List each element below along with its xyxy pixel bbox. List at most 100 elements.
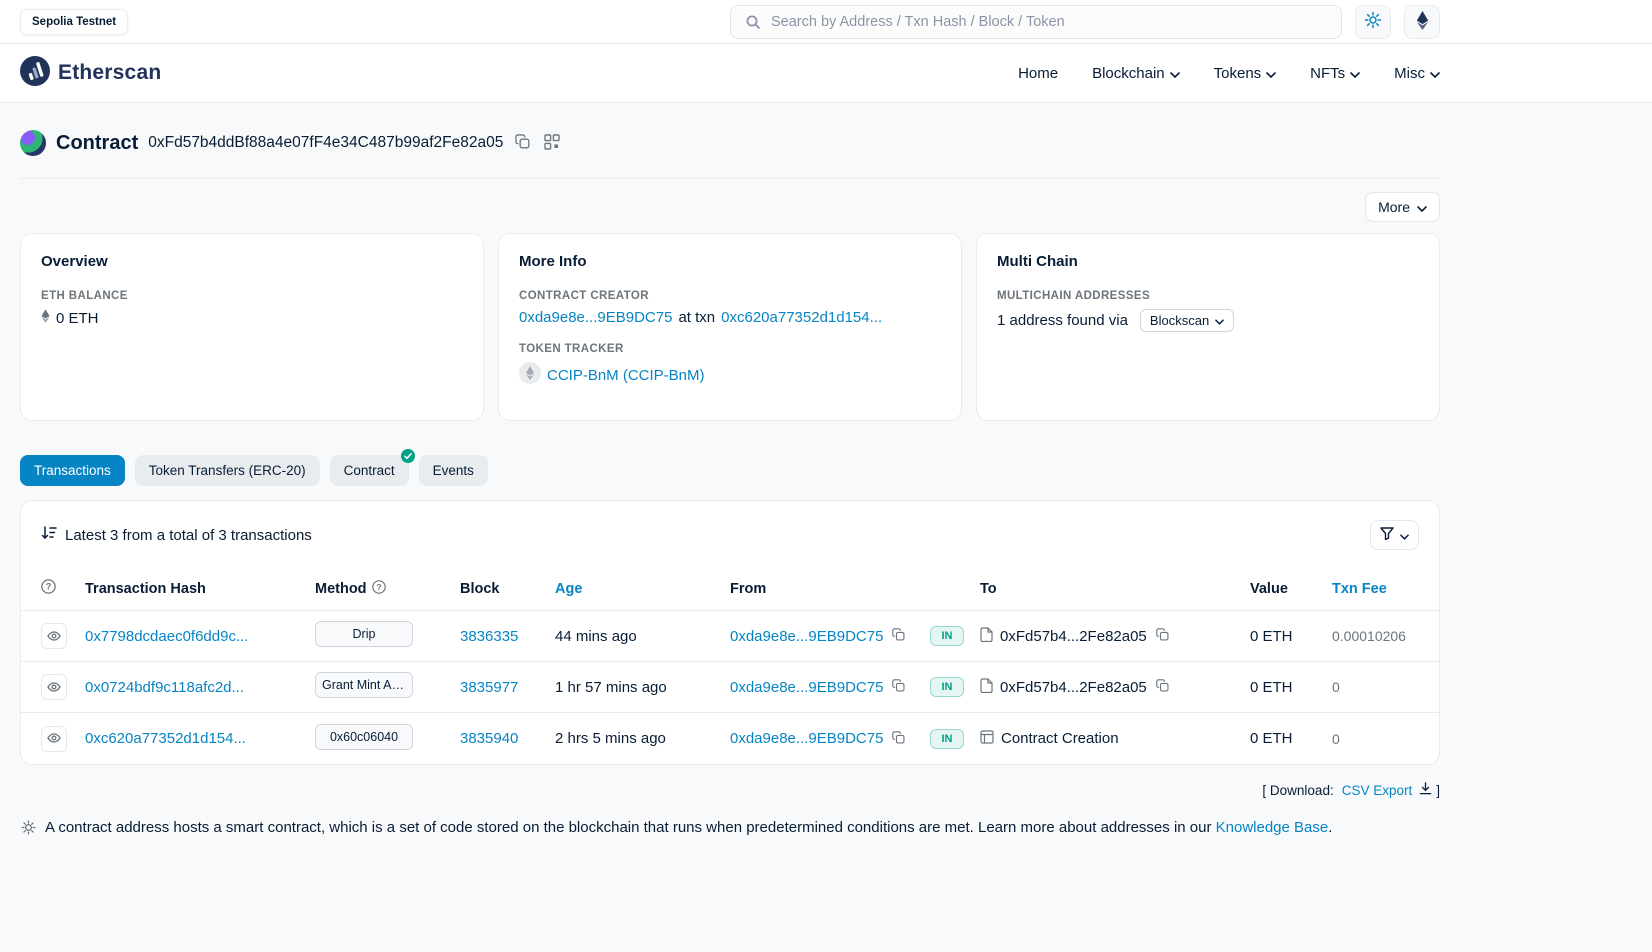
- copy-from-button[interactable]: [890, 729, 907, 749]
- nav-blockchain[interactable]: Blockchain: [1092, 65, 1180, 82]
- table-row: 0xc620a77352d1d154... 0x60c06040 3835940…: [21, 713, 1439, 764]
- tx-hash-link[interactable]: 0x0724bdf9c118afc2d...: [85, 679, 244, 696]
- creation-txn-link[interactable]: 0xc620a77352d1d154...: [721, 309, 882, 326]
- direction-badge: IN: [930, 677, 964, 697]
- eth-balance-icon: [41, 309, 50, 327]
- table-head: Latest 3 from a total of 3 transactions: [21, 501, 1439, 567]
- eth-balance-value: 0 ETH: [56, 310, 99, 327]
- etherscan-logo[interactable]: Etherscan: [20, 56, 161, 90]
- main-content: Contract 0xFd57b4ddBf88a4e07fF4e34C487b9…: [20, 130, 1440, 840]
- block-link[interactable]: 3835977: [460, 679, 518, 696]
- creator-at-txn-text: at txn: [678, 309, 715, 326]
- svg-text:?: ?: [376, 582, 381, 592]
- block-link[interactable]: 3835940: [460, 730, 518, 747]
- chevron-down-icon: [1417, 199, 1427, 215]
- token-icon: [519, 362, 541, 388]
- col-transaction-hash: Transaction Hash: [85, 581, 315, 597]
- creator-address-link[interactable]: 0xda9e8e...9EB9DC75: [519, 309, 672, 326]
- method-badge[interactable]: 0x60c06040: [315, 724, 413, 750]
- qr-code-icon: [544, 134, 560, 153]
- contract-icon: [980, 678, 993, 697]
- verified-check-icon: [401, 449, 415, 463]
- col-method: Method ?: [315, 580, 460, 598]
- method-badge[interactable]: Grant Mint An...: [315, 672, 413, 698]
- search-input[interactable]: [771, 14, 1329, 30]
- copy-to-button[interactable]: [1154, 626, 1171, 646]
- col-to: To: [980, 581, 1250, 597]
- main-nav: Home Blockchain Tokens NFTs Misc: [1018, 65, 1440, 82]
- block-link[interactable]: 3836335: [460, 628, 518, 645]
- chevron-down-icon: [1215, 313, 1224, 328]
- tx-hash-link[interactable]: 0x7798dcdaec0f6dd9c...: [85, 628, 248, 645]
- nav-home[interactable]: Home: [1018, 65, 1058, 82]
- tab-contract[interactable]: Contract: [330, 455, 409, 486]
- ethereum-icon: [1416, 11, 1429, 33]
- copy-icon: [1156, 679, 1169, 695]
- info-cards: Overview ETH BALANCE 0 ETH More Info CON…: [20, 233, 1440, 421]
- brand-name: Etherscan: [58, 61, 161, 85]
- nav-nfts[interactable]: NFTs: [1310, 65, 1360, 82]
- address-avatar: [20, 130, 46, 156]
- method-badge[interactable]: Drip: [315, 621, 413, 647]
- chevron-down-icon: [1170, 65, 1180, 82]
- knowledge-base-link[interactable]: Knowledge Base: [1216, 819, 1329, 836]
- help-icon[interactable]: ?: [372, 580, 386, 598]
- copy-icon: [1156, 628, 1169, 644]
- copy-to-button[interactable]: [1154, 677, 1171, 697]
- tab-transactions[interactable]: Transactions: [20, 455, 125, 486]
- download-prefix: [ Download:: [1262, 783, 1333, 798]
- sort-icon: [41, 526, 57, 544]
- tab-token-transfers[interactable]: Token Transfers (ERC-20): [135, 455, 320, 486]
- tx-age: 1 hr 57 mins ago: [555, 679, 730, 696]
- download-row: [ Download: CSV Export ]: [20, 782, 1440, 798]
- portfolio-select-button[interactable]: Blockscan: [1140, 309, 1234, 332]
- help-icon[interactable]: ?: [41, 579, 85, 598]
- nav-tokens[interactable]: Tokens: [1214, 65, 1277, 82]
- chevron-down-icon: [1430, 65, 1440, 82]
- tx-age: 44 mins ago: [555, 628, 730, 645]
- more-button[interactable]: More: [1365, 192, 1440, 222]
- nav-misc[interactable]: Misc: [1394, 65, 1440, 82]
- tx-value: 0 ETH: [1250, 628, 1332, 645]
- tx-preview-button[interactable]: [41, 674, 67, 700]
- tx-preview-button[interactable]: [41, 623, 67, 649]
- tx-value: 0 ETH: [1250, 730, 1332, 747]
- site-header: Etherscan Home Blockchain Tokens NFTs Mi…: [0, 44, 1652, 103]
- transactions-summary: Latest 3 from a total of 3 transactions: [41, 526, 312, 544]
- token-tracker-label: TOKEN TRACKER: [519, 343, 941, 355]
- tx-preview-button[interactable]: [41, 726, 67, 752]
- csv-export-link[interactable]: CSV Export: [1342, 783, 1413, 798]
- search-box[interactable]: [730, 5, 1342, 39]
- from-address-link[interactable]: 0xda9e8e...9EB9DC75: [730, 628, 883, 645]
- theme-toggle-button[interactable]: [1355, 5, 1391, 39]
- col-age-sort[interactable]: Age: [555, 581, 582, 597]
- token-tracker-link[interactable]: CCIP-BnM (CCIP-BnM): [547, 367, 705, 384]
- qr-code-button[interactable]: [542, 132, 562, 155]
- contract-creation-icon: [980, 730, 994, 748]
- tx-fee: 0.00010206: [1332, 628, 1419, 644]
- more-info-card: More Info CONTRACT CREATOR 0xda9e8e...9E…: [498, 233, 962, 421]
- footnote-text: A contract address hosts a smart contrac…: [45, 819, 1211, 836]
- contract-creator-label: CONTRACT CREATOR: [519, 290, 941, 302]
- copy-from-button[interactable]: [890, 677, 907, 697]
- tab-events[interactable]: Events: [419, 455, 488, 486]
- filter-button[interactable]: [1370, 520, 1419, 550]
- network-switch-button[interactable]: [1404, 5, 1440, 39]
- network-badge[interactable]: Sepolia Testnet: [20, 9, 128, 35]
- download-suffix: ]: [1436, 783, 1440, 798]
- footnote-suffix: .: [1328, 819, 1332, 836]
- from-address-link[interactable]: 0xda9e8e...9EB9DC75: [730, 730, 883, 747]
- tx-value: 0 ETH: [1250, 679, 1332, 696]
- tx-hash-link[interactable]: 0xc620a77352d1d154...: [85, 730, 246, 747]
- direction-badge: IN: [930, 729, 964, 749]
- etherscan-logo-icon: [20, 56, 50, 90]
- from-address-link[interactable]: 0xda9e8e...9EB9DC75: [730, 679, 883, 696]
- to-contract-creation: Contract Creation: [1001, 730, 1119, 747]
- table-row: 0x0724bdf9c118afc2d... Grant Mint An... …: [21, 662, 1439, 713]
- col-txn-fee-sort[interactable]: Txn Fee: [1332, 581, 1387, 597]
- eye-icon: [47, 731, 61, 746]
- to-address: 0xFd57b4...2Fe82a05: [1000, 628, 1147, 645]
- copy-from-button[interactable]: [890, 626, 907, 646]
- copy-address-button[interactable]: [513, 132, 532, 154]
- address-title-row: Contract 0xFd57b4ddBf88a4e07fF4e34C487b9…: [20, 130, 1440, 156]
